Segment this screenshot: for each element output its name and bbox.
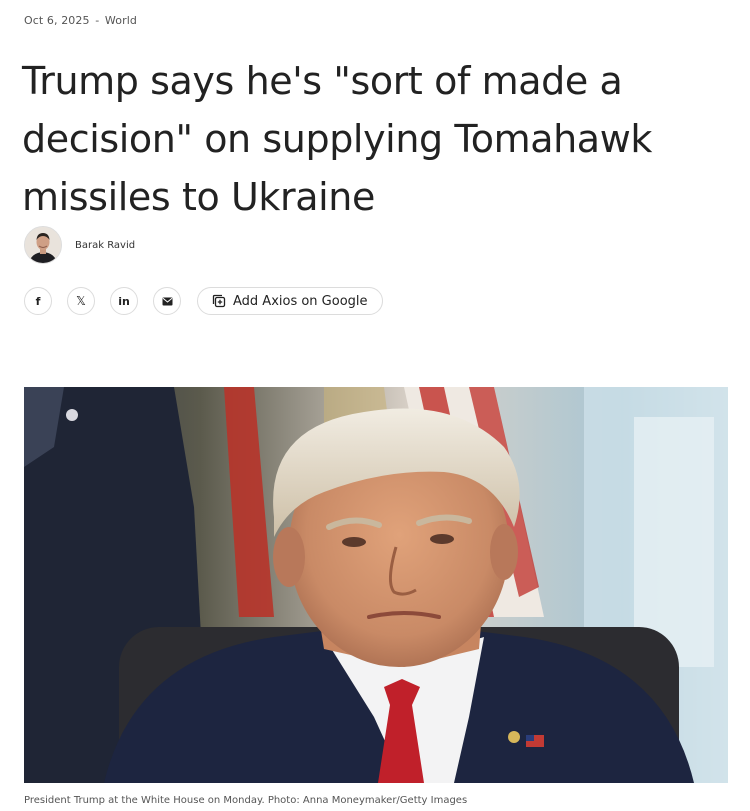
add-axios-on-google-label: Add Axios on Google	[233, 293, 368, 309]
article-headline: Trump says he's "sort of made a decision…	[22, 59, 652, 219]
add-to-google-icon	[212, 294, 226, 308]
share-email-button[interactable]	[153, 287, 181, 315]
lead-photo	[24, 387, 728, 783]
share-linkedin-button[interactable]: in	[110, 287, 138, 315]
author-name-link[interactable]: Barak Ravid	[75, 240, 135, 251]
article-lead-image	[24, 387, 728, 783]
share-facebook-button[interactable]: f	[24, 287, 52, 315]
article-section-link[interactable]: World	[105, 14, 137, 27]
image-caption: President Trump at the White House on Mo…	[24, 795, 468, 806]
email-icon	[162, 297, 172, 305]
article-meta: Oct 6, 2025 - World	[24, 14, 137, 27]
share-x-button[interactable]: 𝕏	[67, 287, 95, 315]
author-avatar[interactable]	[24, 226, 62, 264]
article-date: Oct 6, 2025	[24, 14, 90, 27]
add-axios-on-google-button[interactable]: Add Axios on Google	[197, 287, 383, 315]
byline: Barak Ravid	[24, 226, 135, 264]
meta-separator: -	[95, 14, 100, 27]
share-toolbar: f 𝕏 in Add Axios on Google	[24, 286, 383, 316]
author-portrait-icon	[25, 227, 61, 263]
facebook-icon: f	[35, 294, 41, 308]
linkedin-icon: in	[118, 294, 130, 308]
x-icon: 𝕏	[76, 294, 86, 308]
